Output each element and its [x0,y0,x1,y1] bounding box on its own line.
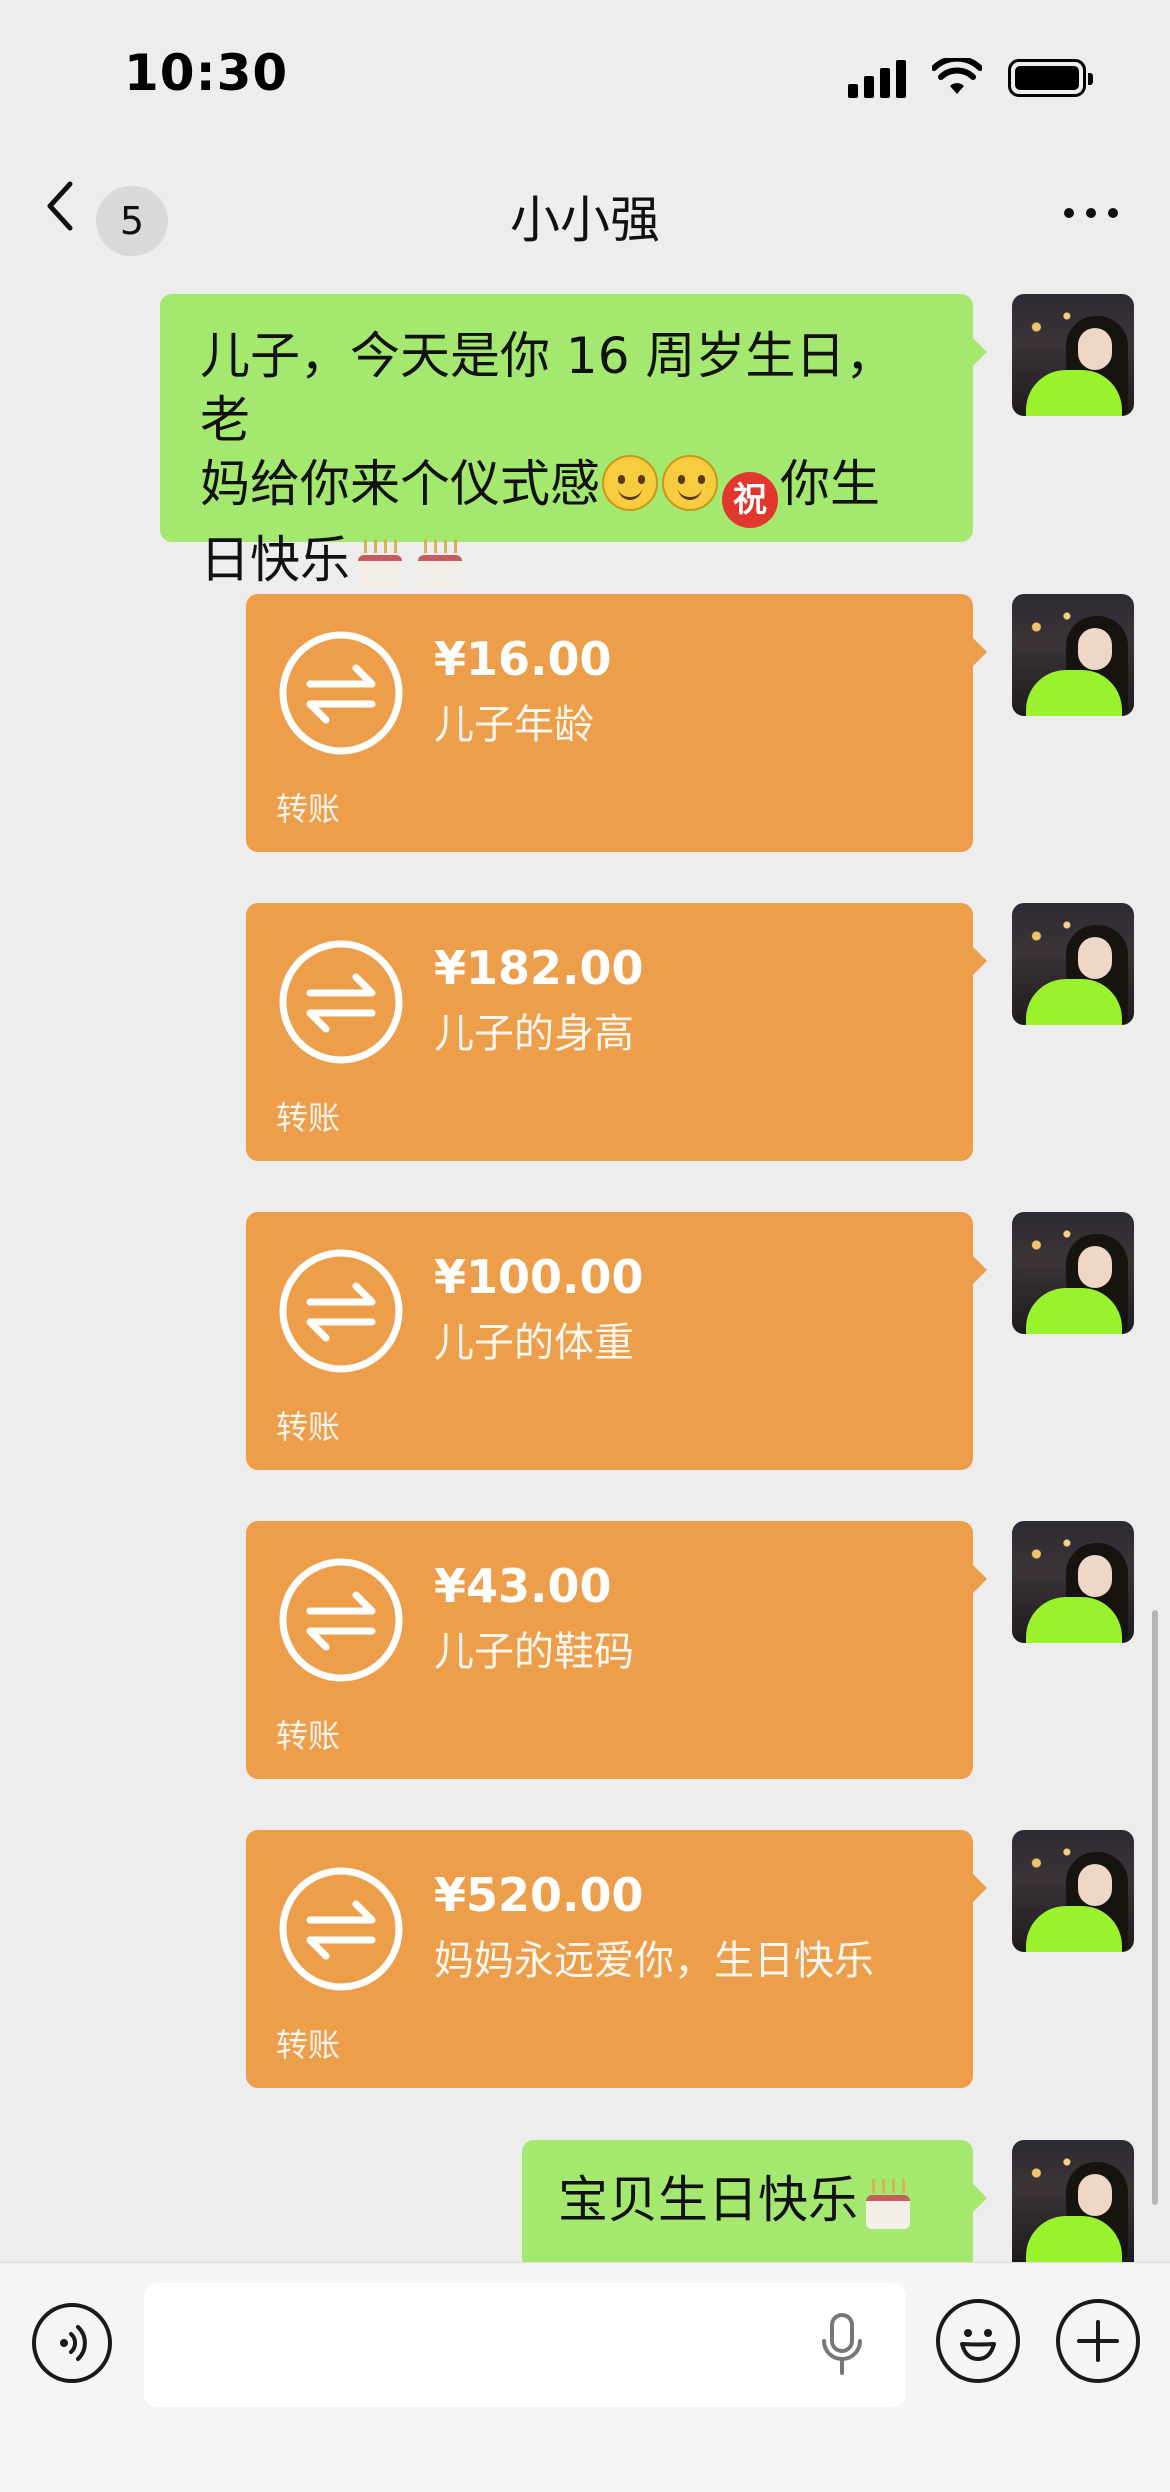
mic-icon[interactable] [820,2311,864,2381]
transfer-icon [279,940,403,1064]
avatar[interactable] [1012,594,1134,716]
transfer-icon [279,1867,403,1991]
emoji-icon [960,2329,996,2361]
transfer-icon [279,631,403,755]
input-bar [0,2262,1170,2492]
wifi-icon [932,58,982,94]
message-input[interactable] [144,2283,906,2407]
transfer-amount: ¥100.00 [434,1250,644,1304]
message-text: 宝贝生日快乐 [558,2171,858,2229]
message-line: 日快乐 [200,528,933,592]
transfer-label: 转账 [276,1099,341,1137]
status-bar: 10:30 [0,0,1170,150]
cake-emoji [352,531,408,589]
transfer-bubble[interactable]: ¥100.00 儿子的体重 转账 [246,1212,987,1470]
avatar[interactable] [1012,2140,1134,2262]
transfer-bubble[interactable]: ¥43.00 儿子的鞋码 转账 [246,1521,987,1779]
avatar[interactable] [1012,1212,1134,1334]
smile-emoji [602,455,658,511]
transfer-note: 儿子的鞋码 [434,1629,634,1675]
transfer-note: 儿子年龄 [434,702,594,748]
transfer-icon [279,1558,403,1682]
message-text-bubble[interactable]: 儿子，今天是你 16 周岁生日，老 妈给你来个仪式感祝你生 日快乐 [160,294,987,589]
voice-button[interactable] [32,2303,112,2383]
transfer-note: 妈妈永远爱你，生日快乐 [434,1938,874,1984]
transfer-note: 儿子的体重 [434,1320,634,1366]
more-button[interactable] [1018,198,1118,228]
transfer-bubble[interactable]: ¥520.00 妈妈永远爱你，生日快乐 转账 [246,1830,987,2088]
cake-emoji [412,531,468,589]
chat-screen: 10:30 5 小小强 儿子，今天是你 16 周岁生日，老 妈给你来个仪式感 祝… [0,0,1170,2492]
more-icon [1064,208,1074,218]
transfer-amount: ¥16.00 [434,632,612,686]
transfer-label: 转账 [276,2026,341,2064]
scrollbar[interactable] [1152,1610,1158,2205]
status-icons [848,56,1093,100]
transfer-bubble[interactable]: ¥16.00 儿子年龄 转账 [246,594,987,852]
cellular-signal-icon [848,58,906,98]
transfer-icon [279,1249,403,1373]
plus-button[interactable] [1056,2299,1140,2383]
avatar[interactable] [1012,1830,1134,1952]
voice-icon [60,2325,87,2361]
emoji-button[interactable] [936,2299,1020,2383]
chat-title: 小小强 [510,191,660,249]
transfer-note: 儿子的身高 [434,1011,634,1057]
nav-bar: 5 小小强 [0,150,1170,275]
avatar[interactable] [1012,1521,1134,1643]
zhu-emoji: 祝 [722,472,778,528]
transfer-label: 转账 [276,1717,341,1755]
battery-icon [1008,59,1093,97]
status-time: 10:30 [124,44,289,102]
transfer-label: 转账 [276,1408,341,1446]
transfer-amount: ¥43.00 [434,1559,612,1613]
message-line: 妈给你来个仪式感祝你生 [200,452,933,528]
plus-icon [1077,2320,1119,2362]
cake-emoji [860,2171,916,2229]
avatar[interactable] [1012,294,1134,416]
transfer-amount: ¥520.00 [434,1868,644,1922]
message-line: 儿子，今天是你 16 周岁生日，老 [200,327,896,449]
message-text-bubble[interactable]: 宝贝生日快乐 [522,2140,987,2262]
transfer-bubble[interactable]: ¥182.00 儿子的身高 转账 [246,903,987,1161]
avatar[interactable] [1012,903,1134,1025]
transfer-amount: ¥182.00 [434,941,644,995]
transfer-label: 转账 [276,790,341,828]
smile-emoji [662,455,718,511]
